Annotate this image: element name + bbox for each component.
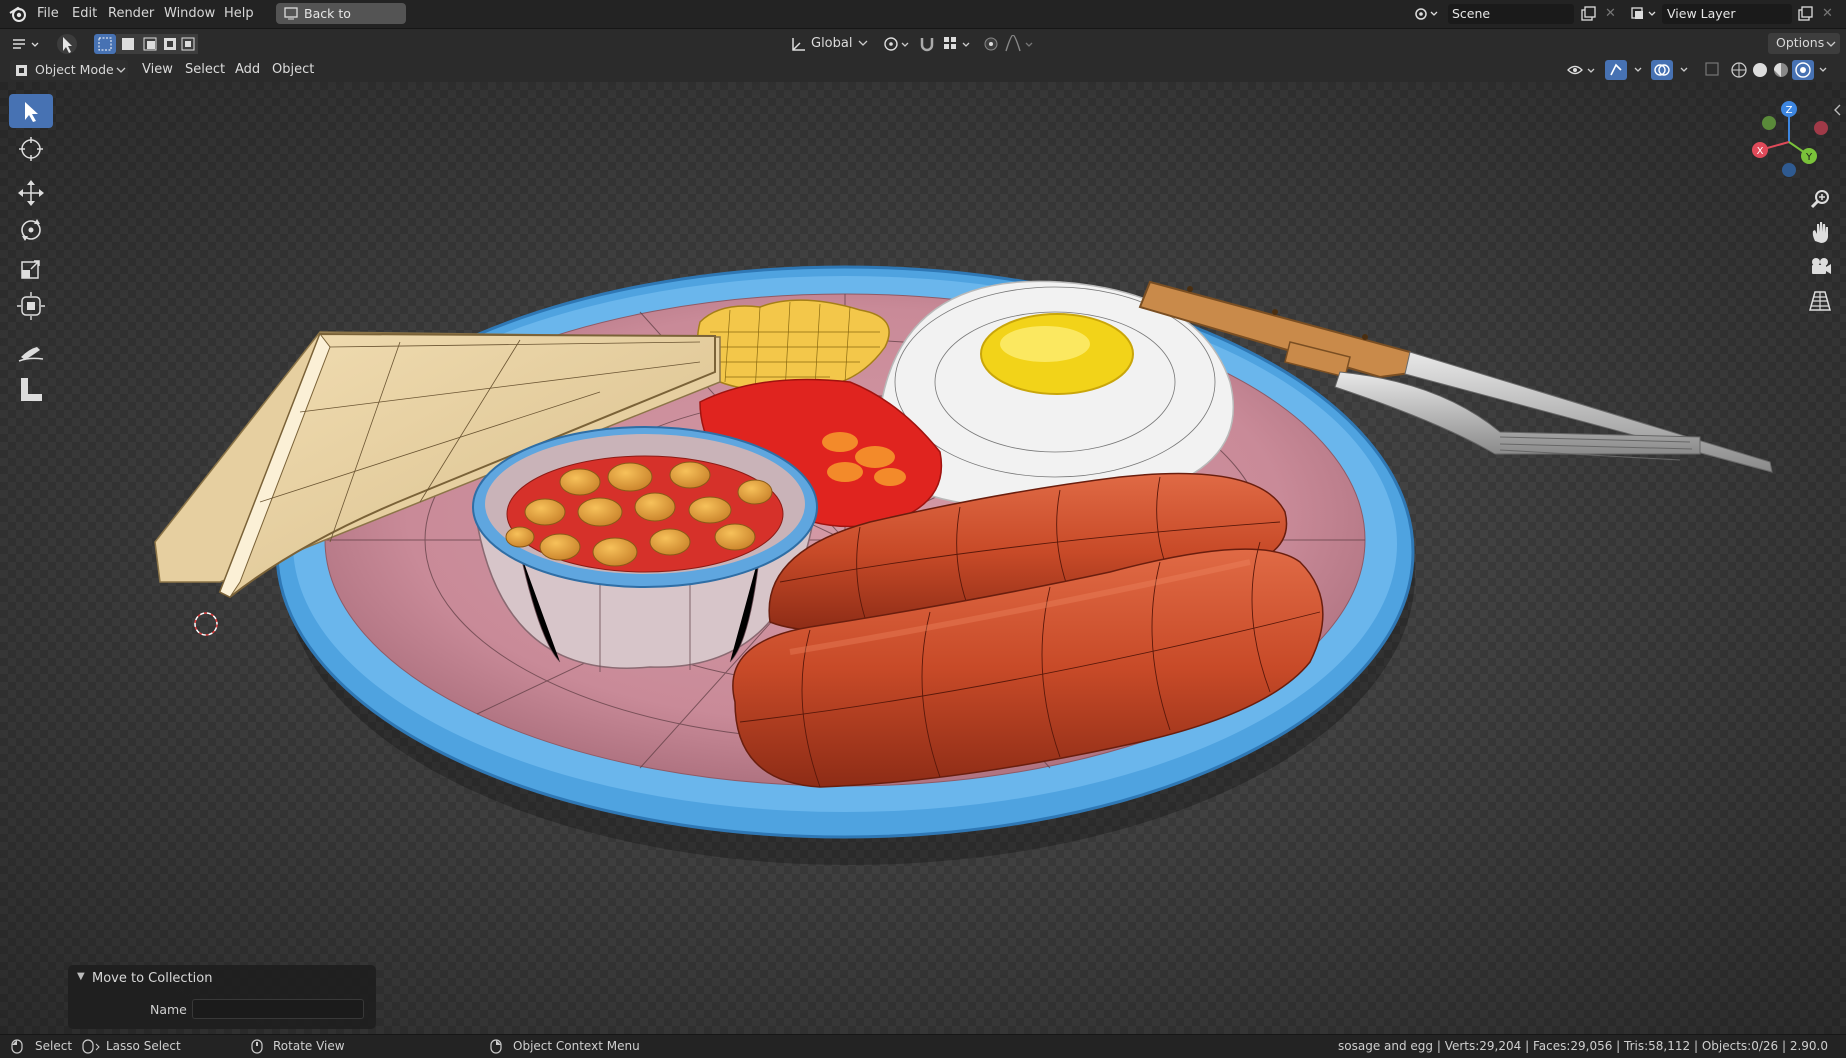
tool-settings-header: Global Options xyxy=(0,29,1846,58)
chevron-down-icon xyxy=(116,67,126,73)
annotate-tool[interactable] xyxy=(9,333,53,367)
transform-icon xyxy=(17,292,45,320)
menu-view[interactable]: View xyxy=(142,58,173,82)
cursor-icon xyxy=(25,102,38,122)
snap-increment-icon[interactable] xyxy=(943,35,975,53)
zoom-icon[interactable] xyxy=(1806,186,1834,214)
select-box-tool[interactable] xyxy=(9,94,53,128)
snap-icon[interactable] xyxy=(918,35,936,53)
pencil-icon xyxy=(18,347,44,362)
camera-view-icon[interactable] xyxy=(1806,253,1834,281)
crosshair-circle-icon xyxy=(19,137,43,161)
scale-tool[interactable] xyxy=(9,251,53,285)
view-layer-icon[interactable] xyxy=(1630,5,1660,23)
svg-text:Z: Z xyxy=(1786,105,1793,116)
menu-object[interactable]: Object xyxy=(272,58,314,82)
select-mode-new[interactable] xyxy=(94,34,116,54)
panel-title[interactable]: Move to Collection xyxy=(92,971,212,986)
blender-logo-icon[interactable] xyxy=(8,5,28,23)
collapse-triangle-icon[interactable]: ▼ xyxy=(77,971,85,982)
scene-statistics: sosage and egg | Verts:29,204 | Faces:29… xyxy=(1338,1039,1828,1053)
status-rotate: Rotate View xyxy=(273,1039,345,1053)
status-select: Select xyxy=(35,1039,73,1053)
move-tool[interactable] xyxy=(9,176,53,210)
object-mode-dropdown[interactable]: Object Mode xyxy=(10,60,128,80)
svg-text:X: X xyxy=(1757,146,1764,157)
pivot-point-icon[interactable] xyxy=(882,35,912,53)
cursor-tool[interactable] xyxy=(9,132,53,166)
status-lasso: Lasso Select xyxy=(106,1039,181,1053)
sidebar-toggle-icon[interactable] xyxy=(1833,104,1843,116)
view-layer-field[interactable]: View Layer xyxy=(1662,4,1792,24)
overlays-icon[interactable] xyxy=(1651,60,1691,80)
mouse-left-icon xyxy=(11,1039,23,1054)
status-context-menu: Object Context Menu xyxy=(513,1039,640,1053)
delete-scene-icon[interactable]: ✕ xyxy=(1605,0,1616,28)
proportional-editing-icon[interactable] xyxy=(982,35,1000,53)
back-to-previous-button[interactable]: Back to Previous xyxy=(276,3,406,42)
transform-tool[interactable] xyxy=(9,289,53,323)
transform-orientation-icon[interactable] xyxy=(790,36,808,52)
scene-render xyxy=(154,265,1773,865)
menu-window[interactable]: Window xyxy=(164,0,215,28)
rotate-icon xyxy=(21,219,41,241)
falloff-curve-icon[interactable] xyxy=(1004,35,1038,53)
visibility-icon[interactable] xyxy=(1566,61,1598,79)
measure-tool[interactable] xyxy=(9,372,53,406)
menu-help[interactable]: Help xyxy=(224,0,254,28)
scene-name-field[interactable]: Scene xyxy=(1448,4,1574,24)
move-arrows-icon xyxy=(18,180,44,206)
hand-pan-icon[interactable] xyxy=(1806,219,1834,247)
viewport-header: Object Mode View Select Add Object xyxy=(0,58,1846,82)
3d-cursor-icon[interactable] xyxy=(194,612,218,636)
options-dropdown[interactable]: Options xyxy=(1768,33,1840,54)
xray-toggle-icon[interactable] xyxy=(1704,61,1722,79)
select-mode-group xyxy=(94,34,198,54)
screen-icon xyxy=(284,7,298,20)
perspective-grid-icon[interactable] xyxy=(1806,287,1834,315)
scale-icon xyxy=(21,260,40,279)
collection-name-input[interactable] xyxy=(192,999,364,1019)
menu-add[interactable]: Add xyxy=(235,58,260,82)
svg-text:Y: Y xyxy=(1805,152,1813,163)
navigation-gizmo[interactable]: Z X Y xyxy=(1745,98,1840,183)
menu-render[interactable]: Render xyxy=(108,0,154,28)
menu-select[interactable]: Select xyxy=(185,58,225,82)
rotate-tool[interactable] xyxy=(9,213,53,247)
gizmo-neg-y-icon xyxy=(1762,116,1776,130)
move-to-collection-panel: ▼ Move to Collection Name xyxy=(68,965,376,1029)
chevron-down-icon[interactable] xyxy=(858,40,868,48)
shading-mode-group[interactable] xyxy=(1728,60,1828,80)
editor-type-icon[interactable] xyxy=(10,35,42,53)
mouse-right-icon xyxy=(490,1039,502,1054)
mouse-drag-icon xyxy=(82,1039,100,1054)
mouse-middle-icon xyxy=(251,1039,263,1054)
new-scene-icon[interactable] xyxy=(1580,6,1596,22)
menu-edit[interactable]: Edit xyxy=(72,0,97,28)
3d-viewport[interactable] xyxy=(0,82,1846,1034)
solid-shading-icon xyxy=(1753,63,1767,77)
gizmo-toggle-icon[interactable] xyxy=(1605,60,1645,80)
name-label: Name xyxy=(150,1002,187,1017)
gizmo-neg-z-icon xyxy=(1782,163,1796,177)
menu-file[interactable]: File xyxy=(37,0,59,28)
gizmo-neg-x-icon xyxy=(1814,121,1828,135)
delete-view-layer-icon[interactable]: ✕ xyxy=(1822,0,1833,28)
orientation-dropdown[interactable]: Global xyxy=(811,32,852,56)
object-mode-icon xyxy=(16,65,27,76)
top-menu-bar: File Edit Render Window Help Back to Pre… xyxy=(0,0,1846,42)
status-bar: Select Lasso Select Rotate View Object C… xyxy=(0,1034,1846,1058)
ruler-icon xyxy=(21,378,42,401)
chevron-down-icon xyxy=(1826,41,1836,47)
scene-icon[interactable] xyxy=(1413,5,1441,23)
new-view-layer-icon[interactable] xyxy=(1797,6,1813,22)
tweak-tool-icon[interactable] xyxy=(54,32,80,56)
